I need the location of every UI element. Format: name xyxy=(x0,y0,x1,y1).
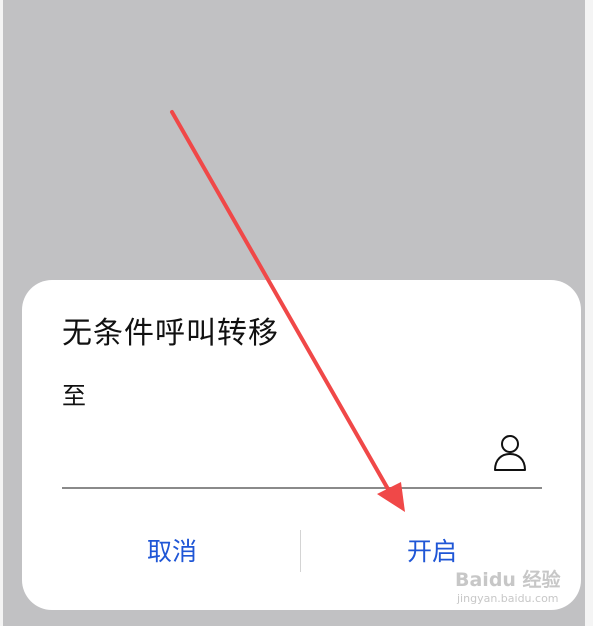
input-underline xyxy=(62,487,542,489)
call-forwarding-dialog: 无条件呼叫转移 至 取消 开启 xyxy=(22,280,581,610)
person-icon xyxy=(494,435,526,471)
enable-button[interactable]: 开启 xyxy=(312,520,552,580)
forward-number-input[interactable] xyxy=(62,430,482,480)
button-divider xyxy=(300,530,301,572)
cancel-button[interactable]: 取消 xyxy=(52,520,292,580)
contact-picker-button[interactable] xyxy=(490,432,530,474)
forward-to-label: 至 xyxy=(62,382,86,410)
dialog-title: 无条件呼叫转移 xyxy=(62,316,279,351)
screen-edge-right xyxy=(585,0,593,626)
